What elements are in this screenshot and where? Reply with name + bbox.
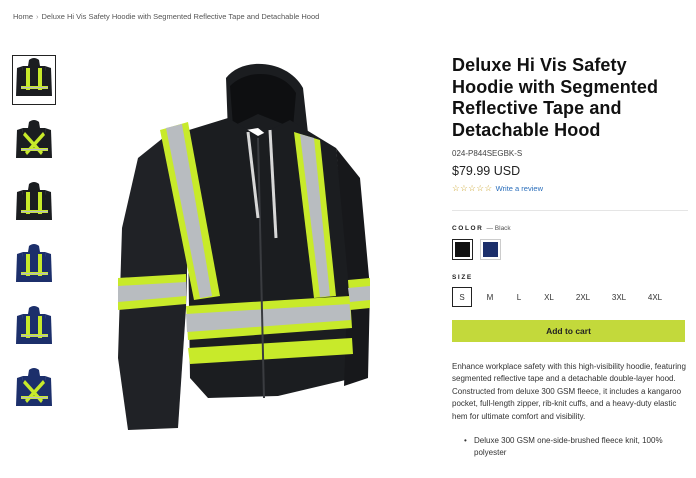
color-swatch-black[interactable] bbox=[452, 239, 473, 260]
size-option-3xl[interactable]: 3XL bbox=[604, 287, 634, 307]
product-sku: 024-P844SEGBK-S bbox=[452, 149, 523, 158]
breadcrumb-current: Deluxe Hi Vis Safety Hoodie with Segment… bbox=[41, 12, 320, 21]
write-review-link[interactable]: Write a review bbox=[496, 184, 543, 193]
size-options: S M L XL 2XL 3XL 4XL bbox=[452, 287, 688, 307]
breadcrumb: Home › Deluxe Hi Vis Safety Hoodie with Se… bbox=[13, 12, 319, 21]
color-swatch-navy[interactable] bbox=[480, 239, 501, 260]
main-product-image bbox=[108, 58, 384, 444]
rating-row: ☆☆☆☆☆ Write a review bbox=[452, 183, 688, 194]
thumbnail-5[interactable] bbox=[12, 303, 56, 353]
feature-list: Deluxe 300 GSM one-side-brushed fleece k… bbox=[452, 435, 688, 460]
color-selected-value: — Black bbox=[486, 225, 511, 232]
thumbnail-4[interactable] bbox=[12, 241, 56, 291]
hoodie-black-side-icon bbox=[15, 180, 53, 229]
size-option-2xl[interactable]: 2XL bbox=[568, 287, 598, 307]
thumbnail-6[interactable] bbox=[12, 365, 56, 415]
product-info-panel: Deluxe Hi Vis Safety Hoodie with Segment… bbox=[452, 55, 688, 460]
color-swatches bbox=[452, 239, 688, 260]
hoodie-black-front-icon bbox=[15, 56, 53, 105]
breadcrumb-separator: › bbox=[36, 12, 39, 21]
color-label: COLOR — Black bbox=[452, 225, 688, 232]
divider bbox=[452, 210, 688, 211]
hoodie-navy-front-icon bbox=[15, 242, 53, 291]
size-option-xl[interactable]: XL bbox=[536, 287, 562, 307]
feature-item: Deluxe 300 GSM one-side-brushed fleece k… bbox=[464, 435, 688, 460]
product-price: $79.99 USD bbox=[452, 164, 521, 178]
add-to-cart-button[interactable]: Add to cart bbox=[452, 320, 685, 342]
hoodie-navy-back-icon bbox=[15, 366, 53, 415]
color-label-text: COLOR bbox=[452, 225, 484, 232]
thumbnail-3[interactable] bbox=[12, 179, 56, 229]
size-option-m[interactable]: M bbox=[478, 287, 502, 307]
size-option-l[interactable]: L bbox=[508, 287, 530, 307]
size-option-s[interactable]: S bbox=[452, 287, 472, 307]
thumbnail-gallery bbox=[12, 55, 58, 427]
hoodie-main-illustration bbox=[118, 63, 370, 430]
star-rating-icon: ☆☆☆☆☆ bbox=[452, 183, 493, 193]
size-label: SIZE bbox=[452, 274, 473, 281]
size-option-4xl[interactable]: 4XL bbox=[640, 287, 670, 307]
thumbnail-1[interactable] bbox=[12, 55, 56, 105]
product-title: Deluxe Hi Vis Safety Hoodie with Segment… bbox=[452, 55, 659, 140]
thumbnail-2[interactable] bbox=[12, 117, 56, 167]
breadcrumb-home-link[interactable]: Home bbox=[13, 12, 33, 21]
product-description: Enhance workplace safety with this high-… bbox=[452, 362, 686, 421]
hoodie-navy-open-icon bbox=[15, 304, 53, 353]
hoodie-black-back-icon bbox=[15, 118, 53, 167]
